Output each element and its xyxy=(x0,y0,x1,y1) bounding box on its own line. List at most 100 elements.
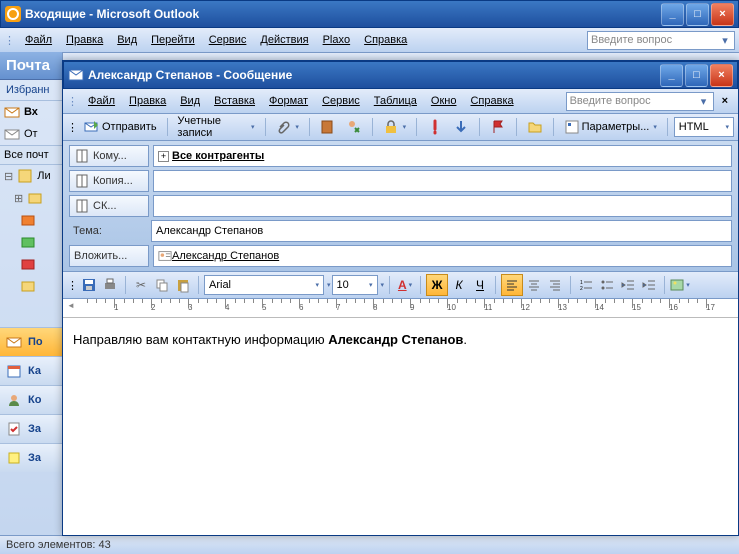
close-button[interactable]: × xyxy=(711,3,734,26)
favorites-header: Избранн xyxy=(0,80,62,101)
cc-field[interactable] xyxy=(153,170,732,192)
bullet-list-button[interactable] xyxy=(597,275,617,295)
numbered-list-button[interactable]: 12 xyxy=(576,275,596,295)
align-right-button[interactable] xyxy=(545,275,565,295)
grip-icon[interactable]: ⋮ xyxy=(67,279,78,292)
flag-button[interactable] xyxy=(486,117,510,137)
insert-picture-button[interactable]: ▾ xyxy=(670,275,690,295)
compose-help-input[interactable]: Введите вопрос▾ xyxy=(566,92,714,111)
font-color-button[interactable]: A▾ xyxy=(395,275,415,295)
copy-button[interactable] xyxy=(152,275,172,295)
addressbook-button[interactable] xyxy=(316,117,340,137)
cmenu-view[interactable]: Вид xyxy=(174,92,206,110)
menu-view[interactable]: Вид xyxy=(111,31,143,49)
maximize-button[interactable]: □ xyxy=(686,3,709,26)
fav-sent[interactable]: От xyxy=(0,123,62,145)
send-button[interactable]: Отправить xyxy=(80,117,161,137)
attach-field-button[interactable]: Вложить... xyxy=(69,245,149,267)
minimize-button[interactable]: _ xyxy=(661,3,684,26)
importance-low-button[interactable] xyxy=(449,117,473,137)
compose-toolbar: ⋮ Отправить Учетные записи▾ ▾ ▾ Параметр… xyxy=(63,114,738,141)
main-menubar: ⋮ Файл Правка Вид Перейти Сервис Действи… xyxy=(0,28,739,53)
menu-actions[interactable]: Действия xyxy=(254,31,314,49)
nav-contacts[interactable]: Ко xyxy=(0,385,62,414)
align-left-button[interactable] xyxy=(501,274,523,296)
tree-child[interactable] xyxy=(0,253,62,275)
compose-titlebar[interactable]: Александр Степанов - Сообщение _ □ × xyxy=(63,61,738,89)
tree-child[interactable]: ⊞ xyxy=(0,187,62,209)
font-size-select[interactable]: 10▾ xyxy=(332,275,378,295)
options-icon xyxy=(564,119,580,135)
cmenu-file[interactable]: Файл xyxy=(82,92,121,110)
tree-root[interactable]: ⊟Ли xyxy=(0,165,62,187)
body-suffix: . xyxy=(463,332,467,347)
menu-go[interactable]: Перейти xyxy=(145,31,201,49)
grip-icon[interactable]: ⋮ xyxy=(67,121,78,134)
align-center-button[interactable] xyxy=(524,275,544,295)
nav-notes[interactable]: За xyxy=(0,443,62,472)
cmenu-table[interactable]: Таблица xyxy=(368,92,423,110)
nav-mail[interactable]: По xyxy=(0,327,62,356)
ruler[interactable]: ◄ 1234567891011121314151617 xyxy=(63,299,738,318)
expand-icon[interactable]: + xyxy=(158,151,169,162)
compose-minimize-button[interactable]: _ xyxy=(660,64,683,87)
grip-icon[interactable]: ⋮ xyxy=(67,95,78,108)
bcc-field[interactable] xyxy=(153,195,732,217)
compose-close-button[interactable]: × xyxy=(710,64,733,87)
menu-file[interactable]: Файл xyxy=(19,31,58,49)
indent-button[interactable] xyxy=(639,275,659,295)
cmenu-edit[interactable]: Правка xyxy=(123,92,172,110)
menu-plaxo[interactable]: Plaxo xyxy=(317,31,357,49)
check-names-button[interactable] xyxy=(342,117,366,137)
vcard-icon xyxy=(158,249,172,263)
font-name-select[interactable]: Arial▾ xyxy=(204,275,324,295)
underline-button[interactable]: Ч xyxy=(470,275,490,295)
bcc-button[interactable]: СК... xyxy=(69,195,149,217)
bold-button[interactable]: Ж xyxy=(426,274,448,296)
nav-pane: Почта Избранн Вх От Все почт ⊟Ли ⊞ По Ка… xyxy=(0,52,63,536)
nav-calendar[interactable]: Ка xyxy=(0,356,62,385)
message-format-select[interactable]: HTML▾ xyxy=(674,117,734,137)
cc-button[interactable]: Копия... xyxy=(69,170,149,192)
to-field[interactable]: +Все контрагенты xyxy=(153,145,732,167)
fav-inbox[interactable]: Вх xyxy=(0,101,62,123)
grip-icon[interactable]: ⋮ xyxy=(4,34,15,47)
cmenu-format[interactable]: Формат xyxy=(263,92,314,110)
accounts-button[interactable]: Учетные записи▾ xyxy=(173,113,258,141)
tree-child[interactable] xyxy=(0,231,62,253)
cmenu-help[interactable]: Справка xyxy=(464,92,519,110)
folder-button[interactable] xyxy=(523,117,547,137)
compose-menu-close[interactable]: × xyxy=(716,92,734,110)
nav-tasks[interactable]: За xyxy=(0,414,62,443)
outdent-button[interactable] xyxy=(618,275,638,295)
nav-pane-title: Почта xyxy=(0,52,62,80)
cmenu-tools[interactable]: Сервис xyxy=(316,92,366,110)
importance-high-button[interactable] xyxy=(423,117,447,137)
options-button[interactable]: Параметры...▾ xyxy=(560,117,661,137)
arrow-down-icon xyxy=(453,119,469,135)
cut-button[interactable]: ✂ xyxy=(131,275,151,295)
attach-field[interactable]: Александр Степанов xyxy=(153,245,732,267)
help-search-input[interactable]: Введите вопрос▾ xyxy=(587,31,735,50)
print-button[interactable] xyxy=(100,275,120,295)
cmenu-window[interactable]: Окно xyxy=(425,92,463,110)
subject-field[interactable]: Александр Степанов xyxy=(151,220,732,242)
tree-child[interactable] xyxy=(0,209,62,231)
menu-help[interactable]: Справка xyxy=(358,31,413,49)
message-body[interactable]: Направляю вам контактную информацию Алек… xyxy=(63,318,738,535)
menu-tools[interactable]: Сервис xyxy=(203,31,253,49)
paste-button[interactable] xyxy=(173,275,193,295)
book-icon xyxy=(74,148,90,164)
tree-child[interactable] xyxy=(0,275,62,297)
save-button[interactable] xyxy=(79,275,99,295)
italic-button[interactable]: К xyxy=(449,275,469,295)
message-icon xyxy=(68,67,84,83)
menu-edit[interactable]: Правка xyxy=(60,31,109,49)
outlook-icon xyxy=(5,6,21,22)
attach-button[interactable]: ▾ xyxy=(271,117,303,137)
cmenu-insert[interactable]: Вставка xyxy=(208,92,261,110)
permission-button[interactable]: ▾ xyxy=(379,117,411,137)
paste-icon xyxy=(175,277,191,293)
compose-maximize-button[interactable]: □ xyxy=(685,64,708,87)
to-button[interactable]: Кому... xyxy=(69,145,149,167)
